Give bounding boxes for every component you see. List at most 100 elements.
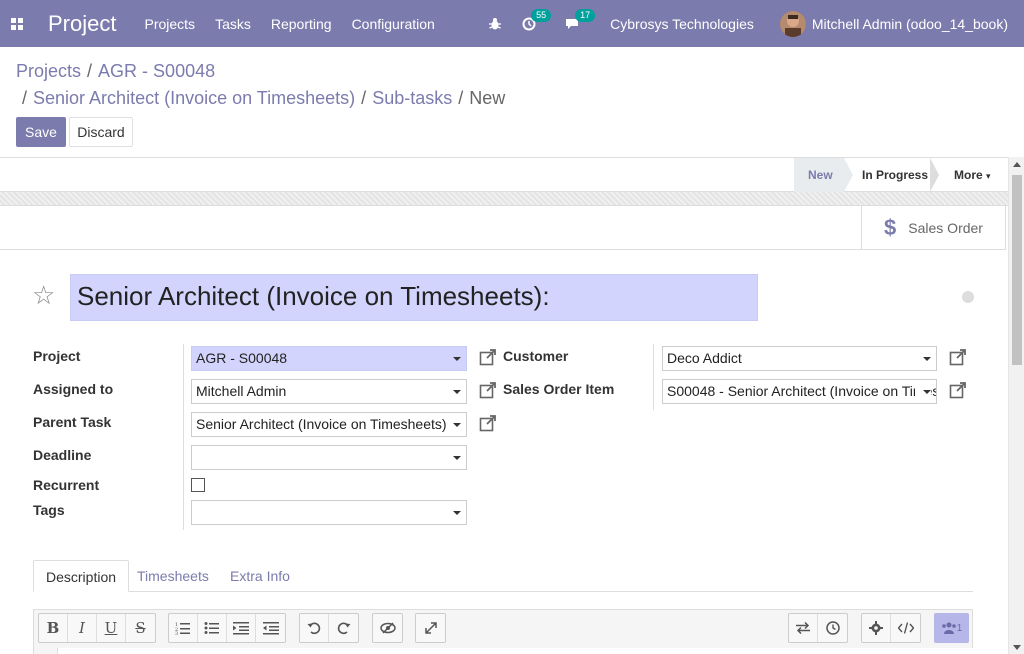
caret-down-icon xyxy=(923,390,931,394)
activity-icon[interactable]: 55 xyxy=(522,8,552,31)
caret-down-icon xyxy=(453,456,461,460)
bullet-list-icon[interactable] xyxy=(198,614,227,642)
external-link-icon[interactable] xyxy=(479,348,497,366)
discard-button[interactable]: Discard xyxy=(69,117,133,147)
codeview-group xyxy=(372,613,403,643)
history-group xyxy=(299,613,359,643)
breadcrumb-parent-task[interactable]: Senior Architect (Invoice on Timesheets) xyxy=(33,88,355,108)
sheet-background xyxy=(0,192,1008,206)
sales-order-label: Sales Order xyxy=(908,219,983,236)
followers-icon[interactable]: 1 xyxy=(935,614,968,642)
project-field[interactable]: AGR - S00048 xyxy=(191,346,467,371)
undo-icon[interactable] xyxy=(300,614,329,642)
user-menu[interactable]: Mitchell Admin (odoo_14_book) xyxy=(779,10,1008,37)
stage-new[interactable]: New xyxy=(794,158,844,192)
save-button[interactable]: Save xyxy=(16,117,66,147)
code-icon[interactable] xyxy=(891,614,920,642)
avatar xyxy=(779,10,806,37)
debug-icon[interactable] xyxy=(488,17,502,31)
status-bar: New In Progress More ▾ xyxy=(0,158,1008,192)
redo-icon[interactable] xyxy=(329,614,358,642)
task-title-input[interactable]: Senior Architect (Invoice on Timesheets)… xyxy=(70,274,758,321)
sales-order-item-field[interactable]: S00048 - Senior Architect (Invoice on Ti… xyxy=(662,379,937,404)
menu-reporting[interactable]: Reporting xyxy=(271,16,332,32)
tools-group xyxy=(788,613,848,643)
fullscreen-group xyxy=(415,613,446,643)
tab-description[interactable]: Description xyxy=(33,560,130,592)
assigned-to-label: Assigned to xyxy=(33,381,114,397)
clock-icon[interactable] xyxy=(818,614,847,642)
strikethrough-icon[interactable]: S xyxy=(126,614,155,642)
messages-icon[interactable]: 17 xyxy=(564,8,596,31)
gear-icon[interactable] xyxy=(862,614,891,642)
external-link-icon[interactable] xyxy=(949,348,967,366)
sales-order-smart-button[interactable]: $ Sales Order xyxy=(861,206,1005,249)
external-link-icon[interactable] xyxy=(479,381,497,399)
expand-icon[interactable] xyxy=(416,614,445,642)
external-link-icon[interactable] xyxy=(949,381,967,399)
stage-more-button[interactable]: More ▾ xyxy=(940,158,1005,192)
customer-value: Deco Addict xyxy=(667,350,742,366)
outdent-icon[interactable] xyxy=(256,614,285,642)
parent-task-field[interactable]: Senior Architect (Invoice on Timesheets) xyxy=(191,412,467,437)
followers-count: 1 xyxy=(956,622,963,634)
breadcrumb-projects[interactable]: Projects xyxy=(16,61,81,81)
editor-content[interactable] xyxy=(57,648,973,654)
messages-badge: 17 xyxy=(575,8,596,22)
caret-down-icon xyxy=(453,357,461,361)
bold-icon[interactable]: B xyxy=(39,614,68,642)
breadcrumb-subtasks[interactable]: Sub-tasks xyxy=(372,88,452,108)
customer-field[interactable]: Deco Addict xyxy=(662,346,937,371)
tab-extra-info[interactable]: Extra Info xyxy=(218,560,302,592)
scrollbar-thumb[interactable] xyxy=(1012,175,1022,365)
divider xyxy=(183,344,184,530)
menu-configuration[interactable]: Configuration xyxy=(352,16,435,32)
tags-label: Tags xyxy=(33,502,65,518)
assigned-to-field[interactable]: Mitchell Admin xyxy=(191,379,467,404)
italic-icon[interactable]: I xyxy=(68,614,97,642)
tab-timesheets[interactable]: Timesheets xyxy=(125,560,221,592)
caret-down-icon xyxy=(453,390,461,394)
stage-more-label: More xyxy=(954,168,983,182)
external-link-icon[interactable] xyxy=(479,414,497,432)
caret-down-icon xyxy=(453,423,461,427)
menu-tasks[interactable]: Tasks xyxy=(215,16,251,32)
caret-down-icon xyxy=(453,511,461,515)
caret-down-icon xyxy=(923,357,931,361)
kanban-state-icon[interactable] xyxy=(962,291,974,303)
description-editor: B I U S 123 1 xyxy=(33,609,973,654)
scrollbar[interactable] xyxy=(1008,157,1024,654)
sales-order-item-value: S00048 - Senior Architect (Invoice on Ti… xyxy=(667,383,937,399)
stage-arrow xyxy=(930,158,939,192)
star-icon[interactable]: ☆ xyxy=(32,280,55,311)
customer-label: Customer xyxy=(503,348,569,364)
recurrent-checkbox[interactable] xyxy=(191,478,205,492)
stage-in-progress[interactable]: In Progress xyxy=(848,158,942,192)
apps-menu-icon[interactable] xyxy=(0,0,34,47)
eye-slash-icon[interactable] xyxy=(373,614,402,642)
ordered-list-icon[interactable]: 123 xyxy=(169,614,198,642)
app-brand[interactable]: Project xyxy=(48,11,116,37)
button-box: $ Sales Order xyxy=(0,206,1006,250)
scroll-down-icon[interactable] xyxy=(1013,645,1021,650)
indent-icon[interactable] xyxy=(227,614,256,642)
tags-field[interactable] xyxy=(191,500,467,525)
menu-projects[interactable]: Projects xyxy=(144,16,195,32)
underline-icon[interactable]: U xyxy=(97,614,126,642)
user-name: Mitchell Admin (odoo_14_book) xyxy=(811,15,1008,32)
parent-task-value: Senior Architect (Invoice on Timesheets) xyxy=(196,416,447,432)
deadline-field[interactable] xyxy=(191,445,467,470)
project-value: AGR - S00048 xyxy=(196,350,288,366)
recurrent-label: Recurrent xyxy=(33,477,100,493)
company-switcher[interactable]: Cybrosys Technologies xyxy=(610,16,754,32)
breadcrumb: Projects / AGR - S00048 xyxy=(16,61,216,81)
divider xyxy=(653,344,654,410)
top-navbar: Project Projects Tasks Reporting Configu… xyxy=(0,0,1024,47)
breadcrumb-project[interactable]: AGR - S00048 xyxy=(98,61,215,81)
scroll-up-icon[interactable] xyxy=(1013,162,1021,167)
activity-badge: 55 xyxy=(531,8,552,22)
transfer-icon[interactable] xyxy=(789,614,818,642)
caret-down-icon: ▾ xyxy=(986,171,991,181)
breadcrumb-line-2: / Senior Architect (Invoice on Timesheets… xyxy=(22,88,506,108)
breadcrumb-current: New xyxy=(469,88,506,108)
